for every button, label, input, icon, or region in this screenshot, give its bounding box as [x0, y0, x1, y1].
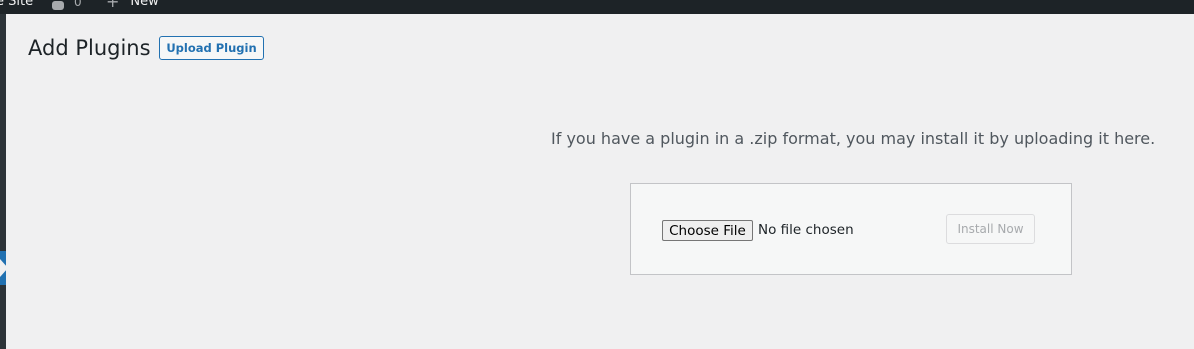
comments-count: 0	[74, 0, 82, 9]
upload-help-text: If you have a plugin in a .zip format, y…	[551, 129, 1156, 148]
page-title: Add Plugins	[28, 36, 151, 60]
admin-bar-site-name[interactable]: e Site	[0, 0, 33, 10]
admin-menu-sidebar[interactable]	[0, 14, 6, 349]
upload-plugin-form: Choose File No file chosen Install Now	[630, 183, 1072, 275]
file-status-text: No file chosen	[758, 222, 854, 238]
upload-plugin-button[interactable]: Upload Plugin	[159, 36, 264, 60]
admin-bar-new[interactable]: + New	[106, 0, 159, 10]
current-menu-arrow-icon	[0, 259, 8, 277]
plus-icon: +	[106, 0, 120, 11]
admin-bar: e Site 0 + New	[0, 0, 1194, 14]
comment-bubble-icon	[52, 0, 64, 10]
admin-bar-comments[interactable]: 0	[52, 0, 82, 10]
admin-bar-new-label: New	[130, 0, 159, 9]
install-now-button[interactable]: Install Now	[946, 214, 1035, 244]
choose-file-button[interactable]: Choose File	[662, 220, 753, 241]
